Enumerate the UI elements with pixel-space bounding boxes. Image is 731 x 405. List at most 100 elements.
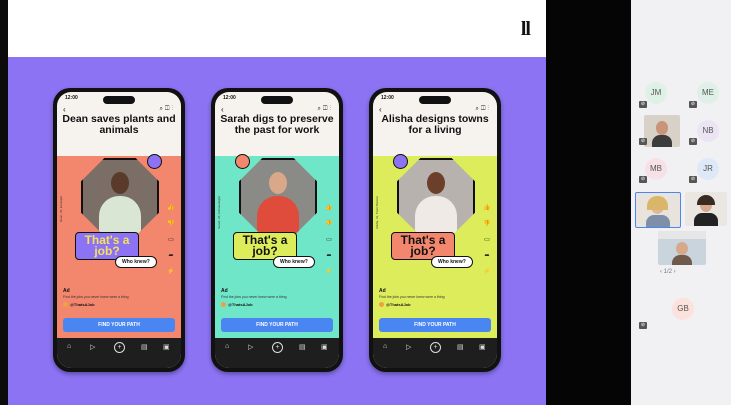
phone-mockup-3: 12:00 ‹ ⌕◫⋮ Alisha designs towns for a l…	[369, 88, 501, 372]
caption-vertical: Dean, 34, Ecologist	[59, 196, 63, 223]
mic-off-icon: ⊘	[639, 101, 647, 108]
channel-handle[interactable]: @ThatsAJob	[221, 302, 253, 308]
subscriptions-icon[interactable]: ▤	[141, 343, 148, 351]
ad-label: Ad	[221, 288, 228, 294]
decor-dot	[393, 154, 408, 169]
phone-mockup-1: 12:00 ‹ ⌕◫⋮ Dean saves plants and animal…	[53, 88, 185, 372]
shorts-icon[interactable]: ▷	[406, 343, 411, 351]
dislike-icon: 👎	[167, 221, 175, 227]
participant-avatar-gb[interactable]: GB	[672, 298, 694, 320]
subscriptions-icon[interactable]: ▤	[299, 343, 306, 351]
who-knew-bubble: Who knew?	[273, 256, 315, 268]
phone-screen: 12:00 ‹ ⌕◫⋮ Alisha designs towns for a l…	[373, 92, 497, 368]
phone-mockup-2: 12:00 ‹ ⌕◫⋮ Sarah digs to preserve the p…	[211, 88, 343, 372]
ad-headline: Alisha designs towns for a living	[381, 113, 489, 136]
top-icons[interactable]: ⌕◫⋮	[476, 106, 491, 113]
comment-icon: ▭	[326, 237, 332, 243]
find-your-path-button[interactable]: FIND YOUR PATH	[379, 318, 491, 332]
channel-avatar-icon	[379, 302, 384, 308]
share-icon: ➦	[484, 253, 490, 259]
ad-headline: Dean saves plants and animals	[62, 113, 176, 136]
participant-avatar-mb[interactable]: MB	[645, 158, 667, 180]
ad-label: Ad	[63, 288, 70, 294]
bottom-nav: ⌂ ▷ + ▤ ▣	[57, 338, 181, 368]
find-your-path-button[interactable]: FIND YOUR PATH	[221, 318, 333, 332]
decor-dot	[147, 154, 162, 169]
phone-screen: 12:00 ‹ ⌕◫⋮ Dean saves plants and animal…	[57, 92, 181, 368]
bottom-nav: ⌂ ▷ + ▤ ▣	[215, 338, 339, 368]
participant-avatar-jm[interactable]: JM	[645, 82, 667, 104]
mic-off-icon: ⊘	[639, 176, 647, 183]
find-your-path-button[interactable]: FIND YOUR PATH	[63, 318, 175, 332]
shorts-icon[interactable]: ▷	[248, 343, 253, 351]
share-icon: ➦	[168, 253, 174, 259]
participants-panel: JM ⊘ ME ⊘ ⊘ NB ⊘ MB ⊘ JR ⊘ ‹ 1/2 › GB ⊘	[631, 0, 731, 405]
bottom-nav: ⌂ ▷ + ▤ ▣	[373, 338, 497, 368]
phone-screen: 12:00 ‹ ⌕◫⋮ Sarah digs to preserve the p…	[215, 92, 339, 368]
pager-label: 1/2	[663, 269, 673, 275]
status-bar: 12:00	[381, 95, 394, 101]
top-icons[interactable]: ⌕◫⋮	[318, 106, 333, 113]
more-icon: ⋮	[171, 106, 175, 112]
side-actions[interactable]: 👍 👎 ▭ ➦ ⚡	[323, 200, 335, 280]
channel-handle[interactable]: @ThatsAJob	[379, 302, 411, 308]
remix-icon: ⚡	[483, 269, 491, 275]
mic-off-icon: ⊘	[689, 101, 697, 108]
mic-off-icon: ⊘	[689, 176, 697, 183]
create-icon[interactable]: +	[114, 342, 125, 353]
participants-pager[interactable]: ‹ 1/2 ›	[660, 269, 676, 275]
library-icon[interactable]: ▣	[321, 343, 328, 351]
ad-photo	[397, 158, 475, 236]
status-bar: 12:00	[65, 95, 78, 101]
ad-description: Find the jobs you never knew were a thin…	[63, 295, 129, 299]
shorts-icon[interactable]: ▷	[90, 343, 95, 351]
remix-icon: ⚡	[167, 269, 175, 275]
home-icon[interactable]: ⌂	[383, 343, 387, 350]
ad-label: Ad	[379, 288, 386, 294]
dislike-icon: 👎	[483, 221, 491, 227]
who-knew-bubble: Who knew?	[115, 256, 157, 268]
left-edge	[0, 0, 8, 405]
like-icon: 👍	[167, 205, 175, 211]
caption-vertical: Sarah, 26, Archaeologist	[217, 196, 221, 229]
remix-icon: ⚡	[325, 269, 333, 275]
library-icon[interactable]: ▣	[479, 343, 486, 351]
screen-gap	[546, 0, 631, 405]
active-speaker-video[interactable]	[635, 192, 681, 228]
create-icon[interactable]: +	[272, 342, 283, 353]
more-icon: ⋮	[329, 106, 333, 112]
share-icon: ➦	[326, 253, 332, 259]
participant-avatar-jr[interactable]: JR	[697, 158, 719, 180]
dislike-icon: 👎	[325, 221, 333, 227]
ad-description: Find the jobs you never knew were a thin…	[221, 295, 287, 299]
library-icon[interactable]: ▣	[163, 343, 170, 351]
participant-avatar-me[interactable]: ME	[697, 82, 719, 104]
dynamic-island	[103, 96, 135, 104]
slide-header: ll	[8, 0, 546, 57]
ad-description: Find the jobs you never knew were a thin…	[379, 295, 445, 299]
channel-handle[interactable]: @ThatsAJob	[63, 302, 95, 308]
caption-vertical: Alisha, 31, Town Planner	[375, 196, 379, 229]
mic-off-icon: ⊘	[689, 138, 697, 145]
side-actions[interactable]: 👍 👎 ▭ ➦ ⚡	[481, 200, 493, 280]
create-icon[interactable]: +	[430, 342, 441, 353]
participant-video-tile[interactable]	[644, 115, 680, 147]
home-icon[interactable]: ⌂	[225, 343, 229, 350]
like-icon: 👍	[483, 205, 491, 211]
who-knew-bubble: Who knew?	[431, 256, 473, 268]
dynamic-island	[419, 96, 451, 104]
decor-dot	[235, 154, 250, 169]
comment-icon: ▭	[168, 237, 174, 243]
home-icon[interactable]: ⌂	[67, 343, 71, 350]
status-bar: 12:00	[223, 95, 236, 101]
top-icons[interactable]: ⌕◫⋮	[160, 106, 175, 113]
side-actions[interactable]: 👍 👎 ▭ ➦ ⚡	[165, 200, 177, 280]
mic-off-icon: ⊘	[639, 322, 647, 329]
participant-avatar-nb[interactable]: NB	[697, 120, 719, 142]
participant-video-tile[interactable]	[658, 231, 706, 265]
participant-video-tile[interactable]	[685, 192, 727, 226]
channel-avatar-icon	[221, 302, 226, 308]
comment-icon: ▭	[484, 237, 490, 243]
subscriptions-icon[interactable]: ▤	[457, 343, 464, 351]
ad-headline: Sarah digs to preserve the past for work	[220, 113, 334, 136]
